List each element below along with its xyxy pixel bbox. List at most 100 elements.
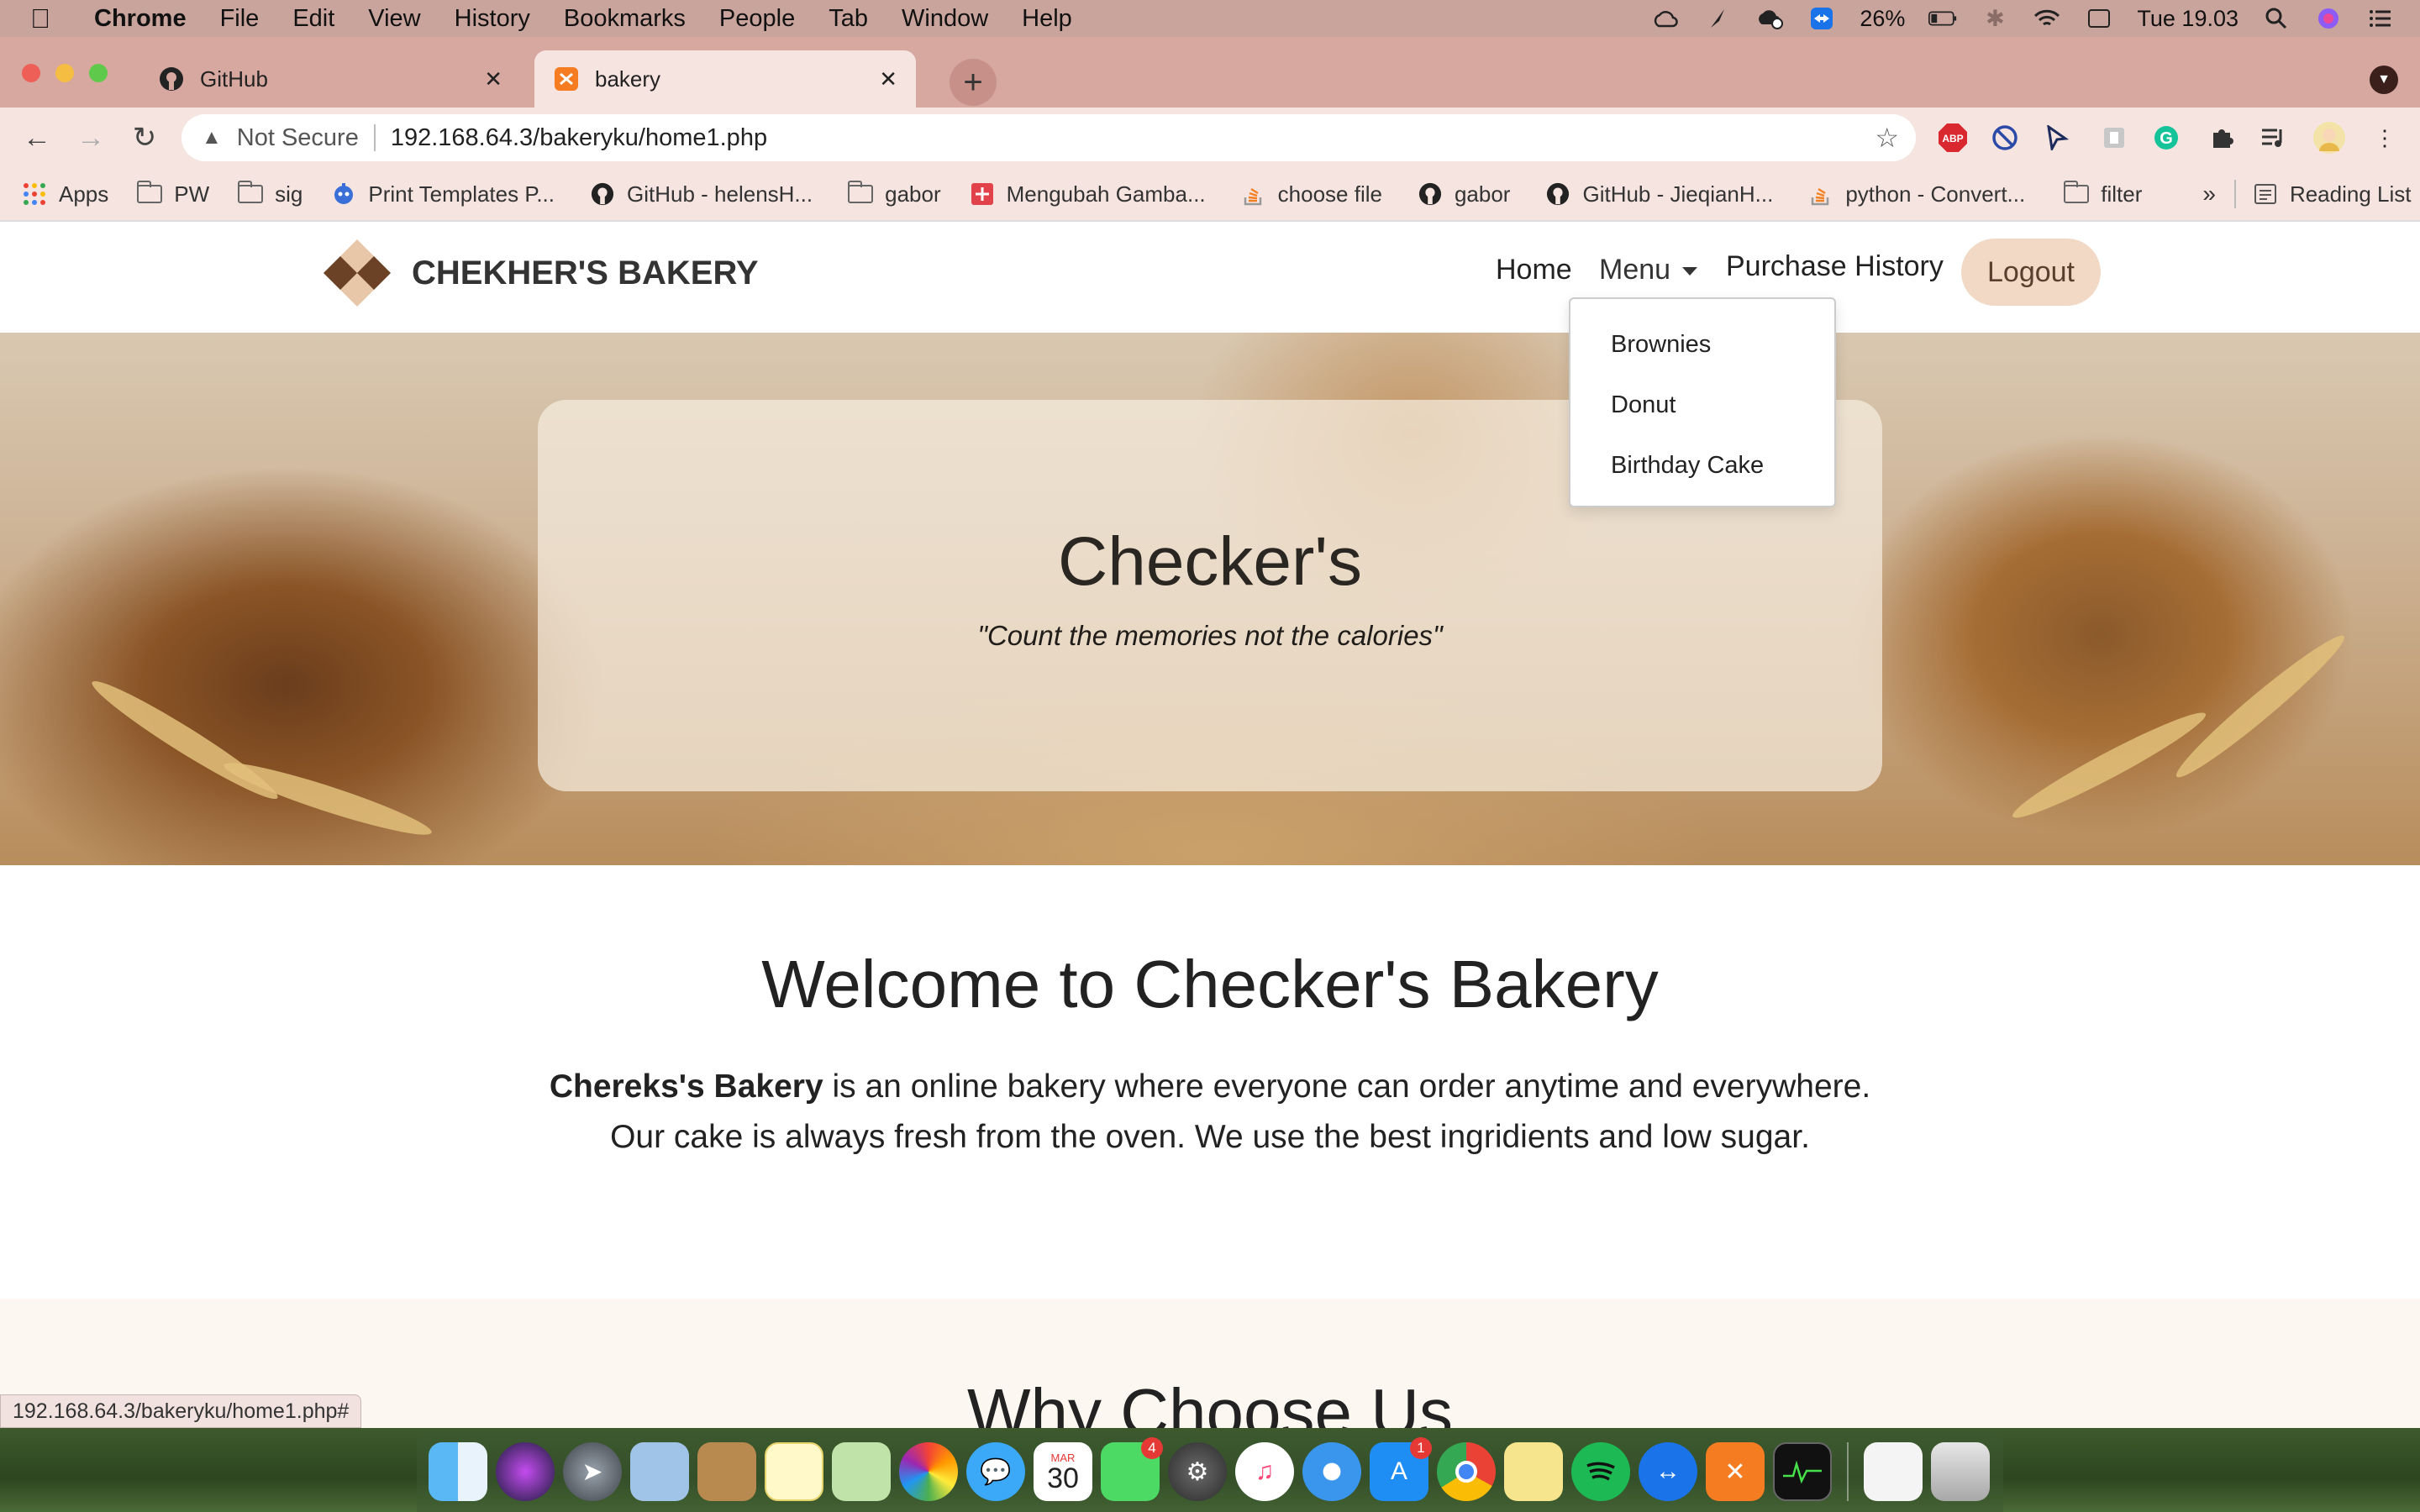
wheat-decoration <box>219 753 436 845</box>
back-arrow-icon[interactable]: ← <box>17 118 57 158</box>
url-text[interactable]: 192.168.64.3/bakeryku/home1.php <box>391 124 767 152</box>
messages-icon[interactable]: 💬 <box>966 1442 1025 1501</box>
trash-icon[interactable] <box>1931 1442 1990 1501</box>
menubar-history[interactable]: History <box>455 5 530 33</box>
battery-icon[interactable] <box>1928 7 1957 30</box>
safari-icon[interactable] <box>1302 1442 1361 1501</box>
logout-button[interactable]: Logout <box>1961 239 2101 306</box>
tab-github[interactable]: GitHub ✕ <box>139 50 521 108</box>
bookmark-github-gabor[interactable]: gabor <box>1418 181 1510 207</box>
apple-menu-icon[interactable]:  <box>30 3 64 34</box>
feather-icon[interactable] <box>1703 7 1732 30</box>
maps-icon[interactable] <box>832 1442 891 1501</box>
bookmark-print-templates[interactable]: Print Templates P... <box>331 181 555 207</box>
itunes-icon[interactable]: ♫ <box>1235 1442 1294 1501</box>
document-file-icon[interactable] <box>1864 1442 1923 1501</box>
creative-cloud-icon[interactable] <box>1651 7 1680 30</box>
adblock-plus-icon[interactable]: ABP <box>1936 121 1970 155</box>
photos-icon[interactable] <box>899 1442 958 1501</box>
wifi-icon[interactable] <box>2033 7 2061 30</box>
menubar-help[interactable]: Help <box>1022 5 1072 33</box>
xampp-icon[interactable]: ✕ <box>1706 1442 1765 1501</box>
launchpad-icon[interactable]: ➤ <box>563 1442 622 1501</box>
bookmark-label: Print Templates P... <box>368 181 555 207</box>
address-bar[interactable]: ▲ Not Secure 192.168.64.3/bakeryku/home1… <box>182 114 1916 161</box>
minimize-window-icon[interactable] <box>55 64 74 82</box>
bookmark-python-convert[interactable]: python - Convert... <box>1808 181 2025 207</box>
menu-item-donut[interactable]: Donut <box>1570 375 1834 435</box>
cloud-sync-icon[interactable] <box>1755 7 1784 30</box>
bookmarks-overflow-button[interactable]: » <box>2202 181 2216 207</box>
tab-search-icon[interactable]: ▼ <box>2370 66 2398 94</box>
media-queue-icon[interactable] <box>2257 121 2291 155</box>
teamviewer-icon[interactable] <box>1807 7 1836 30</box>
security-label[interactable]: Not Secure <box>237 124 359 152</box>
tab-bakery[interactable]: bakery ✕ <box>534 50 916 108</box>
notes-icon[interactable] <box>765 1442 823 1501</box>
block-site-icon[interactable] <box>1988 121 2022 155</box>
close-tab-icon[interactable]: ✕ <box>879 66 897 92</box>
site-brand[interactable]: CHEKHER'S BAKERY <box>319 235 759 311</box>
app-store-badge: 1 <box>1410 1437 1432 1459</box>
bookmark-folder-sig[interactable]: sig <box>238 181 302 207</box>
forward-arrow-icon[interactable]: → <box>71 118 111 158</box>
menubar-view[interactable]: View <box>368 5 420 33</box>
facetime-icon[interactable]: 4 <box>1101 1437 1163 1501</box>
reading-list-button[interactable]: Reading List <box>2253 181 2411 207</box>
menu-item-birthday-cake[interactable]: Birthday Cake <box>1570 435 1834 496</box>
keyboard-input-icon[interactable] <box>2085 7 2113 30</box>
menubar-edit[interactable]: Edit <box>292 5 334 33</box>
bluetooth-icon[interactable]: ✱ <box>1981 6 2009 31</box>
spotify-icon[interactable] <box>1571 1442 1630 1501</box>
profile-avatar-icon[interactable] <box>2312 121 2346 155</box>
cursor-extension-icon[interactable] <box>2040 121 2074 155</box>
mail-stamp-icon[interactable] <box>630 1442 689 1501</box>
close-window-icon[interactable] <box>22 64 40 82</box>
notebook-icon[interactable] <box>697 1442 756 1501</box>
extensions-puzzle-icon[interactable] <box>2205 121 2238 155</box>
fullscreen-window-icon[interactable] <box>89 64 108 82</box>
new-tab-button[interactable]: + <box>950 59 997 106</box>
bookmark-choose-file[interactable]: choose file <box>1241 181 1382 207</box>
bookmark-github-helens[interactable]: GitHub - helensH... <box>590 181 813 207</box>
chrome-menu-icon[interactable]: ⋮ <box>2368 121 2402 155</box>
bookmark-apps[interactable]: Apps <box>22 181 108 207</box>
menubar-people[interactable]: People <box>719 5 795 33</box>
nav-purchase-history-link[interactable]: Purchase History <box>1726 250 1944 283</box>
close-tab-icon[interactable]: ✕ <box>484 66 502 92</box>
menubar-window[interactable]: Window <box>902 5 988 33</box>
nav-home-link[interactable]: Home <box>1496 254 1572 286</box>
reload-icon[interactable]: ↻ <box>124 118 165 158</box>
activity-monitor-icon[interactable] <box>1773 1442 1832 1501</box>
menubar-bookmarks[interactable]: Bookmarks <box>564 5 686 33</box>
menubar-app-name[interactable]: Chrome <box>94 5 187 33</box>
tab-title: bakery <box>595 66 661 92</box>
warning-triangle-icon[interactable]: ▲ <box>202 126 222 150</box>
notification-center-icon[interactable] <box>2366 7 2395 30</box>
browser-tab-strip: GitHub ✕ bakery ✕ + ▼ <box>0 37 2420 108</box>
stickies-icon[interactable] <box>1504 1442 1563 1501</box>
bookmark-folder-filter[interactable]: filter <box>2064 181 2142 207</box>
spotlight-search-icon[interactable] <box>2262 7 2291 30</box>
siri-icon[interactable] <box>496 1442 555 1501</box>
bookmark-folder-pw[interactable]: PW <box>137 181 209 207</box>
system-preferences-icon[interactable]: ⚙ <box>1168 1442 1227 1501</box>
bookmark-github-jieqian[interactable]: GitHub - JieqianH... <box>1545 181 1773 207</box>
menubar-file[interactable]: File <box>220 5 260 33</box>
bookmark-star-icon[interactable]: ☆ <box>1875 122 1899 154</box>
siri-icon[interactable] <box>2314 7 2343 30</box>
bookmark-folder-gabor[interactable]: gabor <box>848 181 941 207</box>
calendar-icon[interactable]: MAR 30 <box>1034 1442 1092 1501</box>
chrome-icon[interactable] <box>1437 1442 1496 1501</box>
teamviewer-icon[interactable]: ↔ <box>1639 1442 1697 1501</box>
screenshot-extension-icon[interactable] <box>2097 121 2131 155</box>
menu-item-brownies[interactable]: Brownies <box>1570 314 1834 375</box>
menubar-tab[interactable]: Tab <box>829 5 868 33</box>
grammarly-icon[interactable]: G <box>2149 121 2183 155</box>
menubar-clock[interactable]: Tue 19.03 <box>2137 6 2238 32</box>
finder-icon[interactable] <box>429 1442 487 1501</box>
nav-menu-dropdown[interactable]: Menu <box>1599 254 1698 286</box>
bookmark-mengubah-gambar[interactable]: Mengubah Gamba... <box>970 181 1206 207</box>
app-store-icon[interactable]: A 1 <box>1370 1437 1432 1501</box>
bookmark-label: gabor <box>885 181 941 207</box>
